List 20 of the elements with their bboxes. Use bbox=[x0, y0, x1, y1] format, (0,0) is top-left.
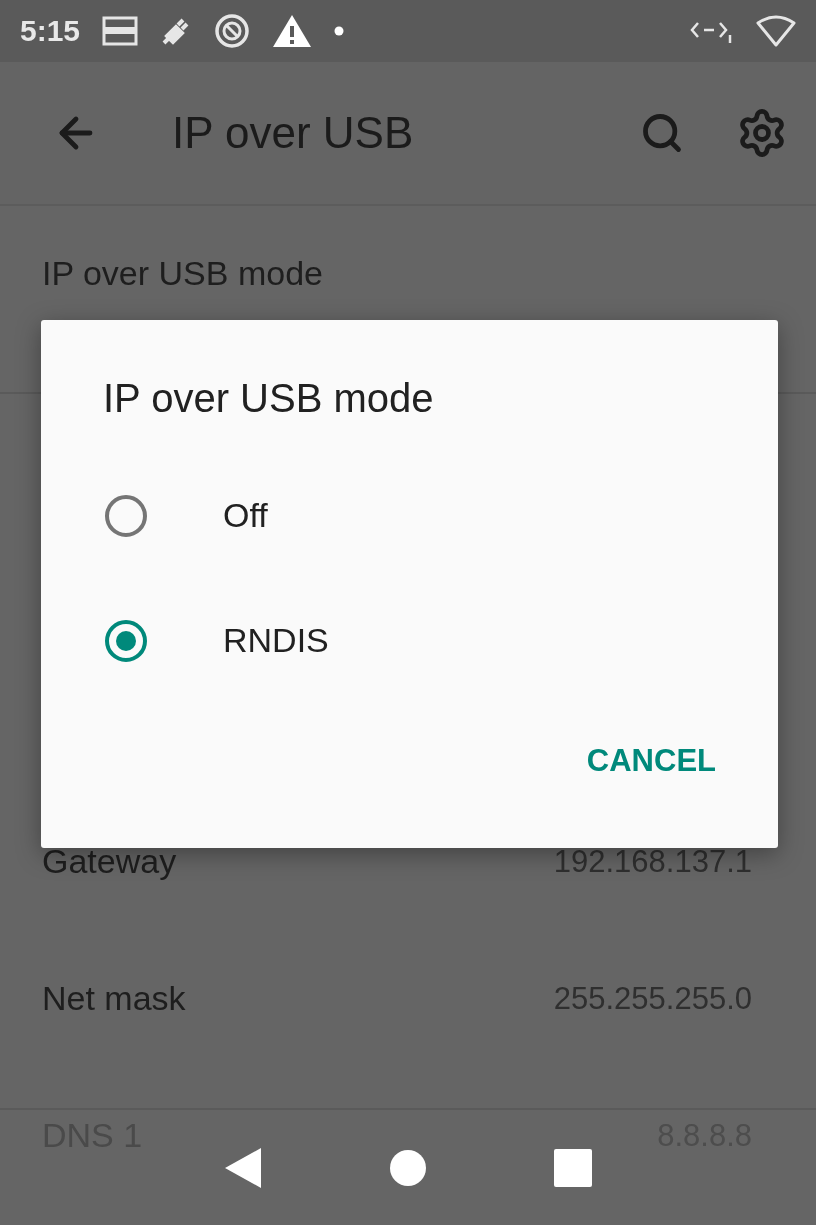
option-label: Off bbox=[223, 496, 268, 535]
screen-title: IP over USB bbox=[172, 108, 415, 158]
setting-title: IP over USB mode bbox=[42, 253, 324, 293]
cancel-button[interactable]: CANCEL bbox=[570, 733, 732, 789]
status-time: 5:15 bbox=[20, 14, 81, 48]
setting-title: Gateway bbox=[42, 842, 178, 881]
radio-button[interactable] bbox=[105, 619, 147, 662]
wifi-icon bbox=[756, 15, 796, 47]
dialog-title: IP over USB mode bbox=[103, 376, 435, 421]
home-nav-button[interactable] bbox=[389, 1148, 427, 1187]
dot-icon bbox=[334, 26, 345, 36]
recents-nav-button[interactable] bbox=[553, 1147, 593, 1188]
card-icon bbox=[102, 16, 139, 46]
data-saver-icon bbox=[214, 13, 251, 49]
search-icon bbox=[640, 111, 684, 155]
option-label: RNDIS bbox=[223, 621, 329, 660]
back-nav-button[interactable] bbox=[223, 1145, 263, 1190]
radio-button[interactable] bbox=[105, 494, 147, 537]
warning-icon bbox=[272, 14, 313, 48]
setting-title: Net mask bbox=[42, 979, 187, 1018]
